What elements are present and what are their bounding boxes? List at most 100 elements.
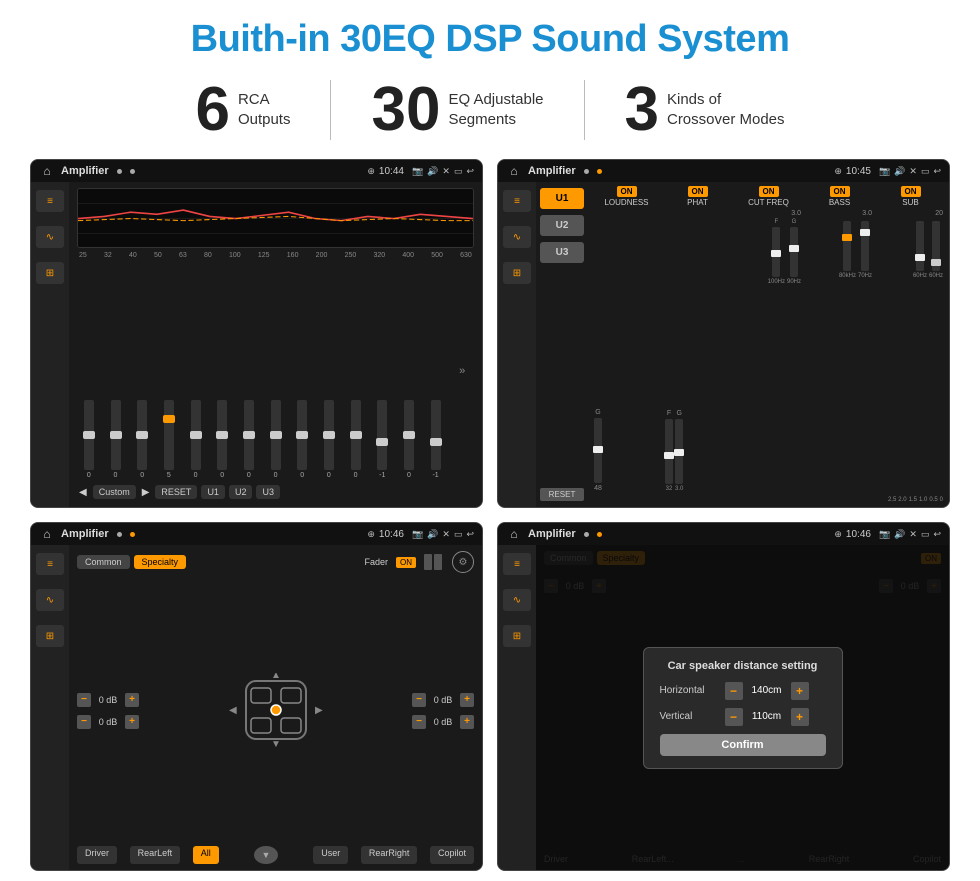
dialog-sidebar-btn-2[interactable]: ∿	[503, 589, 531, 611]
cutfreq-slider-g[interactable]: G 90Hz	[787, 219, 801, 285]
eq-slider-7[interactable]: 0	[264, 400, 288, 479]
crossover-sidebar-btn-2[interactable]: ∿	[503, 226, 531, 248]
dialog-sidebar: ≡ ∿ ⊞	[498, 545, 536, 870]
fader-slider-h2[interactable]	[434, 554, 442, 570]
loudness-on[interactable]: ON	[617, 186, 637, 197]
fader-on-badge[interactable]: ON	[396, 557, 416, 568]
eq-sidebar-btn-3[interactable]: ⊞	[36, 262, 64, 284]
phat-slider-g[interactable]: G 3.0	[675, 410, 683, 492]
back-icon-2: ↩	[933, 166, 941, 177]
rearleft-btn[interactable]: RearLeft	[130, 846, 181, 864]
sub-slider-2[interactable]: 60Hz	[929, 219, 943, 279]
phat-slider-f[interactable]: F 32	[665, 410, 673, 492]
db-minus-tr[interactable]: −	[412, 693, 426, 707]
eq-slider-8[interactable]: 0	[290, 400, 314, 479]
bass-col: ON BASS	[807, 186, 872, 207]
dialog-sidebar-btn-3[interactable]: ⊞	[503, 625, 531, 647]
user-btn[interactable]: User	[313, 846, 348, 864]
eq-slider-6[interactable]: 0	[237, 400, 261, 479]
cutfreq-slider-f[interactable]: F 100Hz	[768, 219, 785, 285]
db-minus-tl[interactable]: −	[77, 693, 91, 707]
volume-icon-3: 🔊	[427, 529, 438, 540]
eq-slider-12[interactable]: 0	[397, 400, 421, 479]
dialog-dot-2	[597, 532, 602, 537]
camera-icon-2: 📷	[879, 166, 890, 177]
db-plus-bl[interactable]: +	[125, 715, 139, 729]
eq-slider-5[interactable]: 0	[210, 400, 234, 479]
crossover-u3-btn[interactable]: U3	[540, 242, 584, 263]
fader-tab-specialty[interactable]: Specialty	[134, 555, 187, 569]
fader-dot-2	[130, 532, 135, 537]
db-plus-tr[interactable]: +	[460, 693, 474, 707]
crossover-sidebar-btn-3[interactable]: ⊞	[503, 262, 531, 284]
crossover-u1-btn[interactable]: U1	[540, 188, 584, 209]
fader-slider-h[interactable]	[424, 554, 432, 570]
bass-slider-g[interactable]: 70Hz	[858, 219, 872, 279]
all-btn[interactable]: All	[193, 846, 219, 864]
loudness-slider-g[interactable]: G 48	[594, 409, 602, 492]
sub-slider[interactable]: 60Hz	[913, 219, 927, 279]
bass-on[interactable]: ON	[830, 186, 850, 197]
crossover-dot-1	[584, 169, 589, 174]
svg-text:▶: ▶	[315, 705, 323, 716]
crossover-reset-btn[interactable]: RESET	[540, 488, 584, 501]
stat-crossover-number: 3	[625, 79, 659, 141]
crossover-u2-btn[interactable]: U2	[540, 215, 584, 236]
dialog-sidebar-btn-1[interactable]: ≡	[503, 553, 531, 575]
eq-reset-btn[interactable]: RESET	[155, 485, 197, 499]
fader-sidebar-btn-1[interactable]: ≡	[36, 553, 64, 575]
eq-custom-btn[interactable]: Custom	[93, 485, 136, 499]
eq-u3-btn[interactable]: U3	[256, 485, 280, 499]
cutfreq-on[interactable]: ON	[759, 186, 779, 197]
eq-u1-btn[interactable]: U1	[201, 485, 225, 499]
eq-slider-11[interactable]: -1	[370, 400, 394, 479]
fader-settings-icon[interactable]: ⚙	[452, 551, 474, 573]
eq-slider-0[interactable]: 0	[77, 400, 101, 479]
eq-slider-9[interactable]: 0	[317, 400, 341, 479]
fader-left-db: − 0 dB + − 0 dB +	[77, 693, 139, 729]
horizontal-minus-btn[interactable]: −	[725, 682, 743, 700]
loudness-sliders: G 48	[594, 210, 659, 492]
eq-u2-btn[interactable]: U2	[229, 485, 253, 499]
fader-sidebar-btn-3[interactable]: ⊞	[36, 625, 64, 647]
dialog-dot-1	[584, 532, 589, 537]
eq-slider-1[interactable]: 0	[104, 400, 128, 479]
fader-sidebar: ≡ ∿ ⊞	[31, 545, 69, 870]
crossover-sidebar-btn-1[interactable]: ≡	[503, 190, 531, 212]
eq-slider-13[interactable]: -1	[424, 400, 448, 479]
sub-col: ON SUB	[878, 186, 943, 207]
bass-slider-f[interactable]: 80kHz	[839, 219, 856, 279]
home-icon-3: ⌂	[39, 526, 55, 542]
fader-tab-common[interactable]: Common	[77, 555, 130, 569]
eq-slider-10[interactable]: 0	[344, 400, 368, 479]
eq-prev-btn[interactable]: ◀	[77, 487, 89, 498]
bass-sliders: 3.0 80kHz 70Hz	[807, 210, 872, 492]
horizontal-plus-btn[interactable]: +	[791, 682, 809, 700]
eq-slider-4[interactable]: 0	[184, 400, 208, 479]
rearright-btn[interactable]: RearRight	[361, 846, 418, 864]
page-title: Buith-in 30EQ DSP Sound System	[191, 18, 790, 61]
copilot-btn[interactable]: Copilot	[430, 846, 474, 864]
vertical-minus-btn[interactable]: −	[725, 708, 743, 726]
fader-sidebar-btn-2[interactable]: ∿	[36, 589, 64, 611]
stat-crossover: 3 Kinds ofCrossover Modes	[585, 79, 825, 141]
fader-down-btn[interactable]: ▼	[254, 846, 278, 864]
db-control-tl: − 0 dB +	[77, 693, 139, 707]
eq-next-btn[interactable]: ▶	[140, 487, 152, 498]
eq-slider-more[interactable]: »	[450, 365, 474, 377]
eq-sidebar-btn-2[interactable]: ∿	[36, 226, 64, 248]
sub-on[interactable]: ON	[901, 186, 921, 197]
eq-sidebar-btn-1[interactable]: ≡	[36, 190, 64, 212]
phat-on[interactable]: ON	[688, 186, 708, 197]
db-minus-bl[interactable]: −	[77, 715, 91, 729]
db-plus-tl[interactable]: +	[125, 693, 139, 707]
db-plus-br[interactable]: +	[460, 715, 474, 729]
vertical-plus-btn[interactable]: +	[791, 708, 809, 726]
fader-tabs: Common Specialty Fader ON ⚙	[77, 551, 474, 573]
eq-slider-3[interactable]: 5	[157, 400, 181, 479]
db-minus-br[interactable]: −	[412, 715, 426, 729]
driver-btn[interactable]: Driver	[77, 846, 117, 864]
eq-slider-2[interactable]: 0	[130, 400, 154, 479]
confirm-button[interactable]: Confirm	[660, 734, 826, 756]
stat-rca-label: RCAOutputs	[238, 90, 291, 131]
